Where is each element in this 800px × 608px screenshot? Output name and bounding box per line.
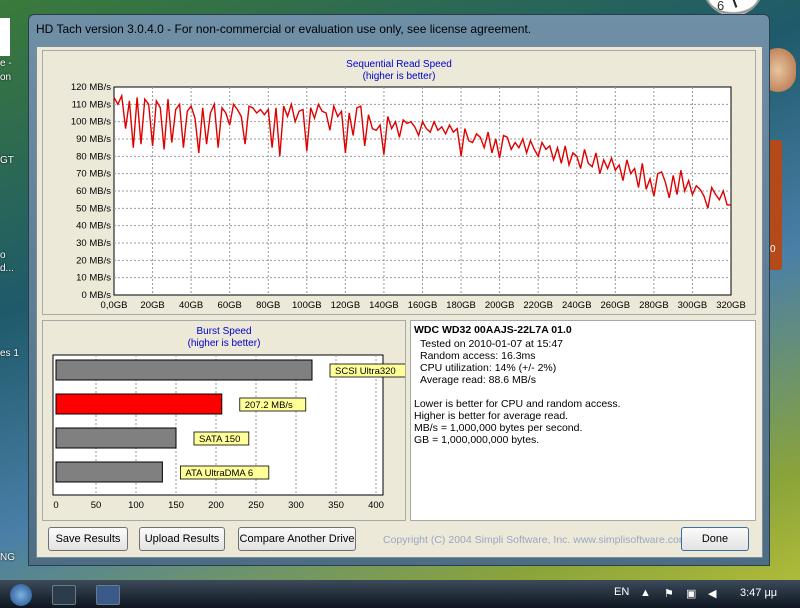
y-tick-label: 20 MB/s [76,255,111,266]
x-tick-label: 260GB [601,300,631,311]
average-read: Average read: 88.6 MB/s [420,374,536,386]
y-tick-label: 60 MB/s [76,186,111,197]
y-tick-label: 100 MB/s [71,117,111,128]
clock-hand [728,0,738,8]
x-tick-label: 180GB [446,300,476,311]
taskbar: EN ▲ ⚑ ▣ ◀ 3:47 μμ [0,580,800,608]
desktop-fragment: NG [0,552,15,563]
x-tick-label: 300 [288,500,304,511]
compare-drive-button[interactable]: Compare Another Drive [238,527,356,551]
language-indicator[interactable]: EN [614,586,629,598]
y-tick-label: 40 MB/s [76,221,111,232]
x-tick-label: 60GB [218,300,242,311]
burst-bar [55,461,163,483]
window-title: HD Tach version 3.0.4.0 - For non-commer… [36,22,532,36]
x-tick-label: 50 [91,500,102,511]
x-tick-label: 250 [248,500,264,511]
burst-bar [55,359,313,381]
note-line: Higher is better for average read. [414,410,569,422]
chart-title: Sequential Read Speed [346,59,452,70]
desktop-fragment: GT [0,155,14,166]
random-access: Random access: 16.3ms [420,350,536,362]
x-tick-label: 80GB [256,300,280,311]
desktop-fragment: on [0,72,12,83]
sequential-read-panel: Sequential Read Speed (higher is better)… [42,50,756,315]
hdtach-window: HD Tach version 3.0.4.0 - For non-commer… [28,14,770,566]
y-tick-label: 50 MB/s [76,203,111,214]
burst-bar [55,427,177,449]
note-line: MB/s = 1,000,000 bytes per second. [414,422,583,434]
x-tick-label: 350 [328,500,344,511]
bar-label: SCSI Ultra320 [335,366,396,377]
x-tick-label: 100 [128,500,144,511]
y-tick-label: 110 MB/s [72,99,112,110]
volume-icon[interactable]: ◀ [708,587,716,600]
burst-speed-chart: Burst Speed (higher is better) 0 50 100 150… [52,326,405,511]
clock[interactable]: 3:47 μμ [740,587,777,599]
chart-title: Burst Speed [196,326,251,337]
bar-label: SATA 150 [199,434,240,445]
x-tick-label: 40GB [179,300,203,311]
x-tick-label: 200 [208,500,224,511]
x-tick-label: 280GB [639,300,669,311]
chart-subtitle: (higher is better) [188,338,261,349]
drive-name: WDC WD32 00AAJS-22L7A 01.0 [414,324,572,336]
title-bar[interactable]: HD Tach version 3.0.4.0 - For non-commer… [29,15,769,43]
desktop-fragment: d... [0,263,14,274]
burst-bar [55,393,223,415]
note-line: GB = 1,000,000,000 bytes. [414,434,540,446]
x-tick-label: 200GB [485,300,515,311]
burst-speed-panel: Burst Speed (higher is better) 0 50 100 150… [42,320,406,521]
x-tick-label: 160GB [408,300,438,311]
start-button[interactable] [10,584,32,606]
y-tick-label: 70 MB/s [76,169,111,180]
tested-date: Tested on 2010-01-07 at 15:47 [420,338,564,350]
y-tick-label: 80 MB/s [76,151,111,162]
results-panel: WDC WD32 00AAJS-22L7A 01.0 Tested on 201… [410,320,756,521]
desktop-gadget-white [0,18,10,56]
sequential-read-chart: Sequential Read Speed (higher is better)… [71,59,746,311]
tray-up-arrow-icon[interactable]: ▲ [640,587,651,599]
x-tick-label: 0,0GB [101,300,128,311]
copyright-text: Copyright (C) 2004 Simpli Software, Inc.… [383,534,688,546]
y-tick-label: 10 MB/s [76,273,111,284]
taskbar-app-icon[interactable] [52,585,76,605]
clock-face-number: 6 [717,0,725,13]
y-tick-label: 30 MB/s [76,238,111,249]
done-button[interactable]: Done [681,527,749,551]
y-tick-label: 120 MB/s [71,82,111,93]
x-tick-label: 240GB [562,300,592,311]
chart-subtitle: (higher is better) [363,71,436,82]
x-tick-label: 320GB [716,300,746,311]
upload-results-button[interactable]: Upload Results [139,527,225,551]
x-tick-label: 0 [53,500,58,511]
desktop-fragment: e - [0,58,12,69]
x-tick-label: 100GB [292,300,322,311]
x-tick-label: 150 [168,500,184,511]
cpu-utilization: CPU utilization: 14% (+/- 2%) [420,362,557,374]
x-tick-label: 140GB [369,300,399,311]
save-results-button[interactable]: Save Results [48,527,128,551]
bar-label: 207.2 MB/s [245,400,293,411]
window-client-area: Sequential Read Speed (higher is better)… [36,46,763,558]
note-line: Lower is better for CPU and random acces… [414,398,621,410]
y-tick-label: 0 MB/s [81,290,111,301]
network-icon[interactable]: ▣ [686,587,696,600]
x-tick-label: 400 [368,500,384,511]
y-tick-label: 90 MB/s [76,134,111,145]
x-tick-label: 300GB [678,300,708,311]
desktop-fragment: es 1 [0,348,19,359]
x-tick-label: 20GB [140,300,164,311]
desktop-fragment: o [0,250,6,261]
taskbar-app-icon[interactable] [96,585,120,605]
x-tick-label: 120GB [331,300,361,311]
bar-label: ATA UltraDMA 6 [185,468,253,479]
flag-icon[interactable]: ⚑ [664,587,674,600]
desktop-fragment: 0 [770,244,776,255]
x-tick-label: 220GB [523,300,553,311]
